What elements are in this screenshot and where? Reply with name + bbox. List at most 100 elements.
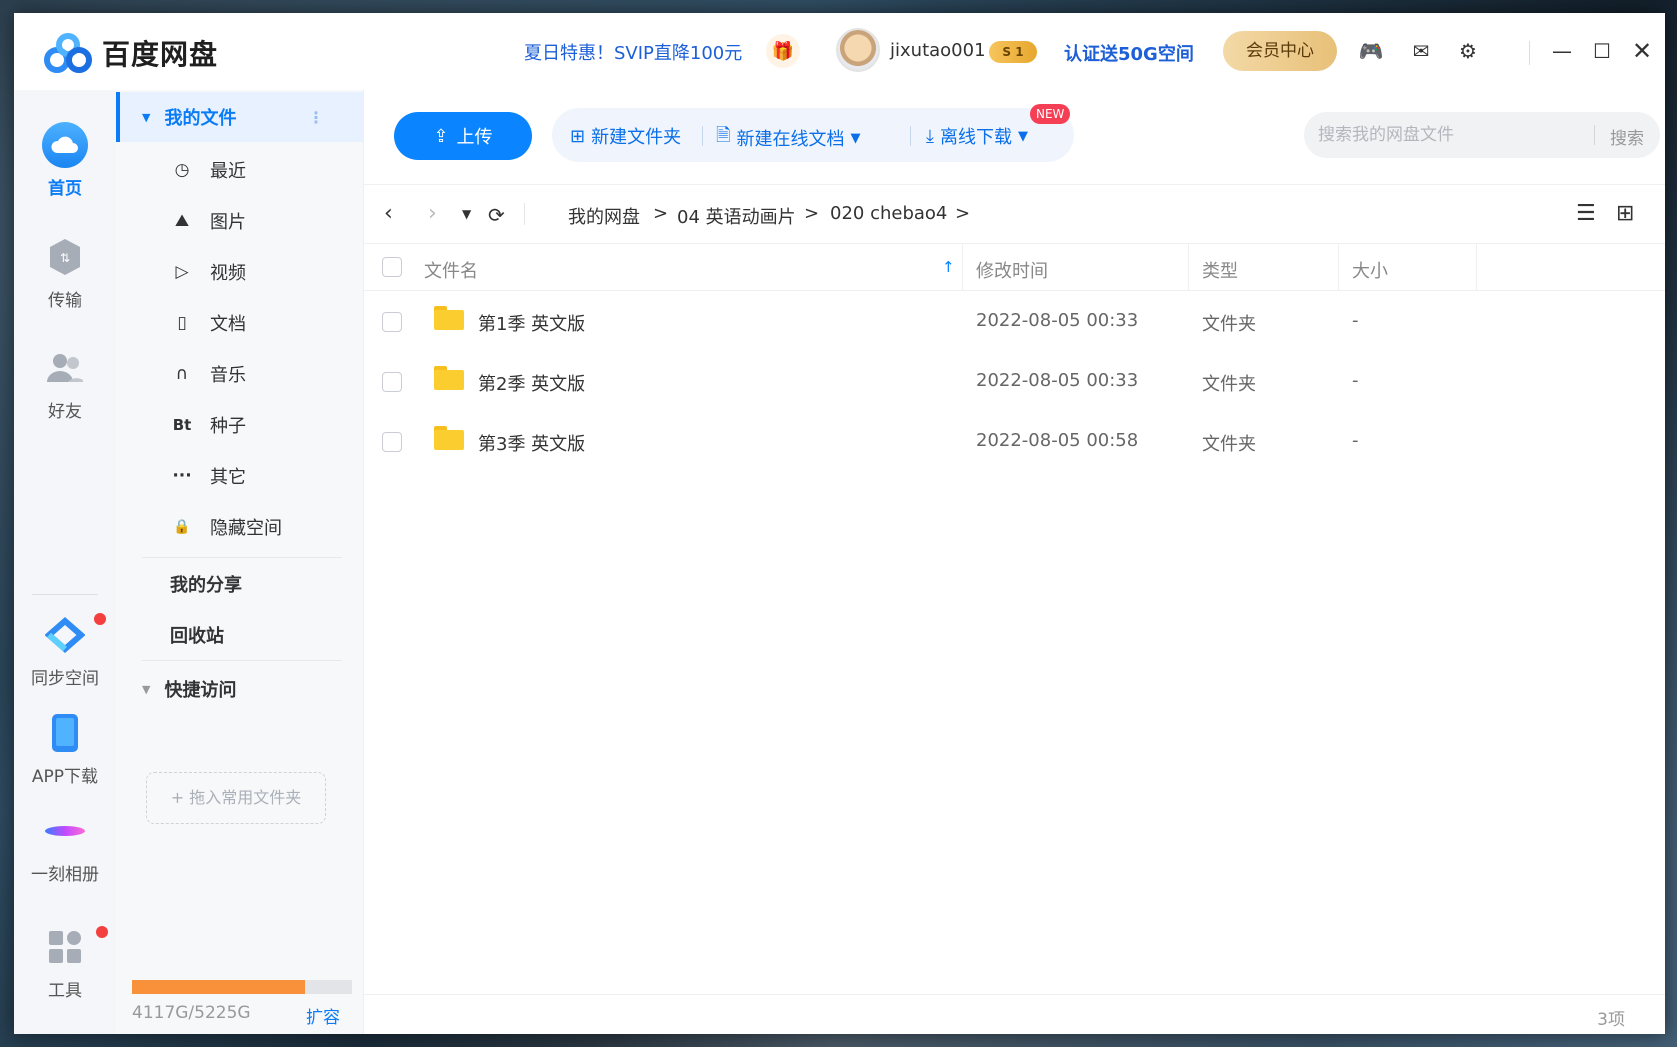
new-online-doc-button[interactable]: 🗎 新建在线文档 ▼: [716, 123, 860, 153]
search-button[interactable]: 搜索: [1610, 124, 1644, 149]
app-window: 百度网盘 夏日特惠！SVIP直降100元 🎁 jixutao001 S 1 认证…: [14, 13, 1665, 1034]
left-rail: 首页 ⇅ 传输 好友 同步空间 APP下载 一刻相册 工具: [14, 90, 116, 1034]
gamepad-icon[interactable]: 🎮: [1356, 37, 1386, 65]
nav-label: 快捷访问: [164, 680, 237, 701]
nav-item-video[interactable]: ▷ 视频: [116, 247, 364, 297]
nav-label: 种子: [210, 416, 246, 437]
app-logo[interactable]: 百度网盘: [42, 31, 218, 75]
gift-icon[interactable]: 🎁: [766, 34, 800, 68]
breadcrumb-item[interactable]: 我的网盘: [568, 203, 640, 229]
rail-item-friends[interactable]: 好友: [14, 345, 116, 422]
nav-item-docs[interactable]: ▯ 文档: [116, 298, 364, 348]
forward-icon[interactable]: ›: [428, 201, 437, 226]
nav-label: 我的分享: [170, 575, 242, 596]
nav-item-recycle-bin[interactable]: 回收站: [116, 610, 364, 660]
offline-download-button[interactable]: ⤓ 离线下载 ▼: [926, 123, 1028, 149]
table-row[interactable]: 第3季 英文版 2022-08-05 00:58 文件夹 -: [364, 412, 1665, 472]
path-divider: [524, 203, 525, 225]
promo-link[interactable]: 夏日特惠！SVIP直降100元: [524, 39, 742, 65]
column-header-type[interactable]: 类型: [1202, 257, 1238, 283]
rail-item-album[interactable]: 一刻相册: [14, 808, 116, 885]
search-input[interactable]: [1318, 112, 1588, 158]
grid-view-icon[interactable]: ⊞: [1616, 201, 1634, 226]
sort-ascending-icon[interactable]: ↑: [942, 258, 955, 276]
table-row[interactable]: 第2季 英文版 2022-08-05 00:33 文件夹 -: [364, 352, 1665, 412]
breadcrumb-separator: >: [653, 203, 669, 224]
folder-icon: [434, 366, 464, 390]
breadcrumb-item[interactable]: 020 chebao4: [830, 203, 947, 224]
nav-item-other[interactable]: ··· 其它: [116, 451, 364, 501]
file-name[interactable]: 第2季 英文版: [478, 370, 585, 396]
rail-item-home[interactable]: 首页: [14, 122, 116, 199]
history-dropdown-icon[interactable]: ▼: [462, 207, 471, 221]
nav-item-images[interactable]: ⛰ 图片: [116, 196, 364, 246]
vip-level-badge[interactable]: S 1: [989, 41, 1037, 63]
nav-label: 图片: [210, 212, 246, 233]
new-folder-icon: ⊞: [570, 125, 586, 147]
modified-time: 2022-08-05 00:58: [976, 430, 1139, 451]
rail-label: 同步空间: [31, 669, 99, 689]
rail-label: 好友: [48, 402, 82, 422]
file-size: -: [1352, 370, 1359, 391]
nav-label: 隐藏空间: [210, 518, 282, 539]
column-divider: [962, 244, 963, 290]
settings-icon[interactable]: ⚙: [1453, 37, 1483, 65]
more-vertical-icon[interactable]: ⋮: [308, 108, 324, 127]
column-header-size[interactable]: 大小: [1352, 257, 1388, 283]
file-name[interactable]: 第3季 英文版: [478, 430, 585, 456]
sort-icon[interactable]: ☰: [1576, 201, 1596, 226]
upload-button[interactable]: ⇪ 上传: [394, 112, 532, 160]
status-bar: 3项: [364, 994, 1665, 1034]
close-icon[interactable]: ✕: [1627, 37, 1657, 65]
toolbar-group: ⊞ 新建文件夹 🗎 新建在线文档 ▼ ⤓ 离线下载 ▼: [552, 108, 1074, 162]
new-folder-button[interactable]: ⊞ 新建文件夹: [570, 123, 681, 149]
table-row[interactable]: 第1季 英文版 2022-08-05 00:33 文件夹 -: [364, 292, 1665, 352]
rail-label: 传输: [48, 291, 82, 311]
nav-label: 回收站: [170, 626, 224, 647]
row-checkbox[interactable]: [382, 372, 402, 392]
nav-item-quick-access[interactable]: ▼ 快捷访问: [116, 664, 364, 714]
column-header-name[interactable]: 文件名: [424, 257, 478, 283]
avatar[interactable]: [836, 28, 880, 72]
minimize-icon[interactable]: —: [1547, 37, 1577, 65]
nav-item-torrent[interactable]: Bt 种子: [116, 400, 364, 450]
notification-dot: [96, 926, 108, 938]
breadcrumb-separator: >: [804, 203, 820, 224]
image-icon: ⛰: [174, 211, 190, 231]
phone-icon: [42, 710, 88, 756]
select-all-checkbox[interactable]: [382, 257, 402, 277]
rail-item-transfer[interactable]: ⇅ 传输: [14, 234, 116, 311]
baidu-cloud-logo-icon: [42, 31, 94, 75]
username[interactable]: jixutao001: [890, 40, 986, 61]
nav-divider: [142, 660, 342, 661]
file-type: 文件夹: [1202, 374, 1256, 395]
nav-item-my-share[interactable]: 我的分享: [116, 559, 364, 609]
rail-item-app-download[interactable]: APP下载: [14, 710, 116, 787]
expand-storage-link[interactable]: 扩容: [306, 1003, 340, 1028]
breadcrumb-item[interactable]: 04 英语动画片: [677, 203, 796, 229]
nav-label: 文档: [210, 314, 246, 335]
album-icon: [42, 808, 88, 854]
file-name[interactable]: 第1季 英文版: [478, 310, 585, 336]
bt-icon: Bt: [172, 416, 192, 434]
download-icon: ⤓: [926, 125, 934, 147]
item-count: 3项: [1597, 1010, 1625, 1030]
new-folder-label: 新建文件夹: [591, 127, 682, 148]
certify-link[interactable]: 认证送50G空间: [1064, 40, 1194, 66]
refresh-icon[interactable]: ⟳: [488, 203, 505, 227]
column-header-modified[interactable]: 修改时间: [976, 257, 1048, 283]
row-checkbox[interactable]: [382, 312, 402, 332]
quick-access-drop-zone[interactable]: + 拖入常用文件夹: [146, 772, 326, 824]
nav-item-music[interactable]: ∩ 音乐: [116, 349, 364, 399]
maximize-icon[interactable]: ☐: [1587, 37, 1617, 65]
back-icon[interactable]: ‹: [384, 201, 393, 226]
nav-item-recent[interactable]: ◷ 最近: [116, 145, 364, 195]
video-icon: ▷: [175, 262, 189, 282]
nav-item-hidden-space[interactable]: 🔒 隐藏空间: [116, 502, 364, 552]
mail-icon[interactable]: ✉: [1406, 37, 1436, 65]
nav-item-my-files[interactable]: ▼ 我的文件 ⋮: [116, 92, 364, 142]
column-divider: [1476, 244, 1477, 290]
upload-icon: ⇪: [433, 125, 449, 147]
row-checkbox[interactable]: [382, 432, 402, 452]
member-center-button[interactable]: 会员中心: [1223, 31, 1337, 71]
